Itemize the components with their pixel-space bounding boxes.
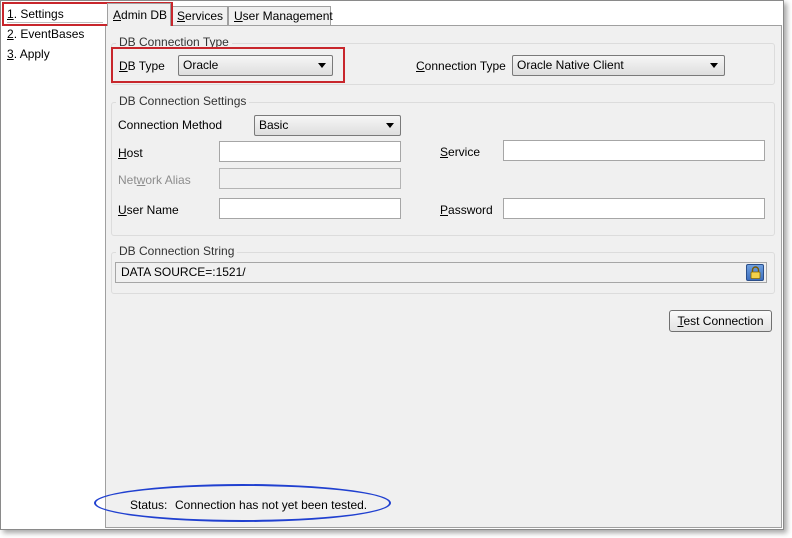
tab-accel: U (234, 9, 243, 23)
connection-type-select[interactable]: Oracle Native Client (512, 55, 725, 76)
test-connection-button[interactable]: Test Connection (669, 310, 772, 332)
db-type-value: Oracle (183, 58, 219, 72)
connection-method-select[interactable]: Basic (254, 115, 401, 136)
nav-item-number: 2 (7, 27, 14, 41)
tab-user-management[interactable]: User Management (228, 6, 333, 26)
connection-type-title: DB Connection Type (116, 35, 232, 49)
tab-accel: A (113, 8, 122, 22)
nav-item-eventbases[interactable]: 2. EventBases (7, 25, 84, 43)
service-label: Service (440, 145, 481, 159)
connection-method-value: Basic (259, 118, 289, 132)
nav-item-number: 1 (7, 7, 14, 21)
nav-item-settings[interactable]: 1. Settings (7, 5, 103, 23)
host-input[interactable] (219, 141, 401, 162)
connection-string-value: DATA SOURCE=:1521/ (121, 265, 246, 279)
chevron-down-icon (710, 63, 718, 68)
connection-type-label: Connection Type (416, 59, 506, 73)
connection-string-field: DATA SOURCE=:1521/ (115, 262, 767, 283)
status-text: Connection has not yet been tested. (175, 498, 368, 512)
connection-type-value: Oracle Native Client (517, 58, 624, 72)
tab-label: ser Management (242, 9, 333, 23)
password-input[interactable] (503, 198, 765, 219)
nav-item-label: . Settings (13, 7, 64, 21)
lock-icon[interactable] (746, 264, 764, 281)
tab-label: ervices (185, 9, 224, 23)
password-label: Password (440, 203, 493, 217)
tab-admin-db[interactable]: Admin DB (107, 3, 171, 26)
connection-settings-title: DB Connection Settings (116, 94, 250, 108)
chevron-down-icon (318, 63, 326, 68)
chevron-down-icon (386, 123, 394, 128)
user-name-input[interactable] (219, 198, 401, 219)
connection-string-title: DB Connection String (116, 244, 238, 258)
nav-item-label: . EventBases (13, 27, 85, 41)
nav-item-apply[interactable]: 3. Apply (7, 45, 50, 63)
user-name-label: User Name (118, 203, 179, 217)
db-type-label: DB Type (119, 59, 165, 73)
admin-db-panel: DB Connection Type DB Type Oracle Connec… (105, 25, 782, 528)
network-alias-label: Network Alias (118, 173, 191, 187)
tab-label: dmin DB (121, 8, 168, 22)
status-label: Status: (130, 498, 168, 512)
tab-accel: S (177, 9, 186, 23)
network-alias-input (219, 168, 401, 189)
wizard-nav: 1. Settings 2. EventBases 3. Apply (1, 1, 105, 529)
nav-item-number: 3 (7, 47, 14, 61)
service-input[interactable] (503, 140, 765, 161)
connection-method-label: Connection Method (118, 118, 223, 132)
db-type-select[interactable]: Oracle (178, 55, 333, 76)
app-window: 1. Settings 2. EventBases 3. Apply Admin… (0, 0, 784, 530)
tab-services[interactable]: Services (171, 6, 228, 26)
nav-item-label: . Apply (13, 47, 50, 61)
host-label: Host (118, 146, 143, 160)
